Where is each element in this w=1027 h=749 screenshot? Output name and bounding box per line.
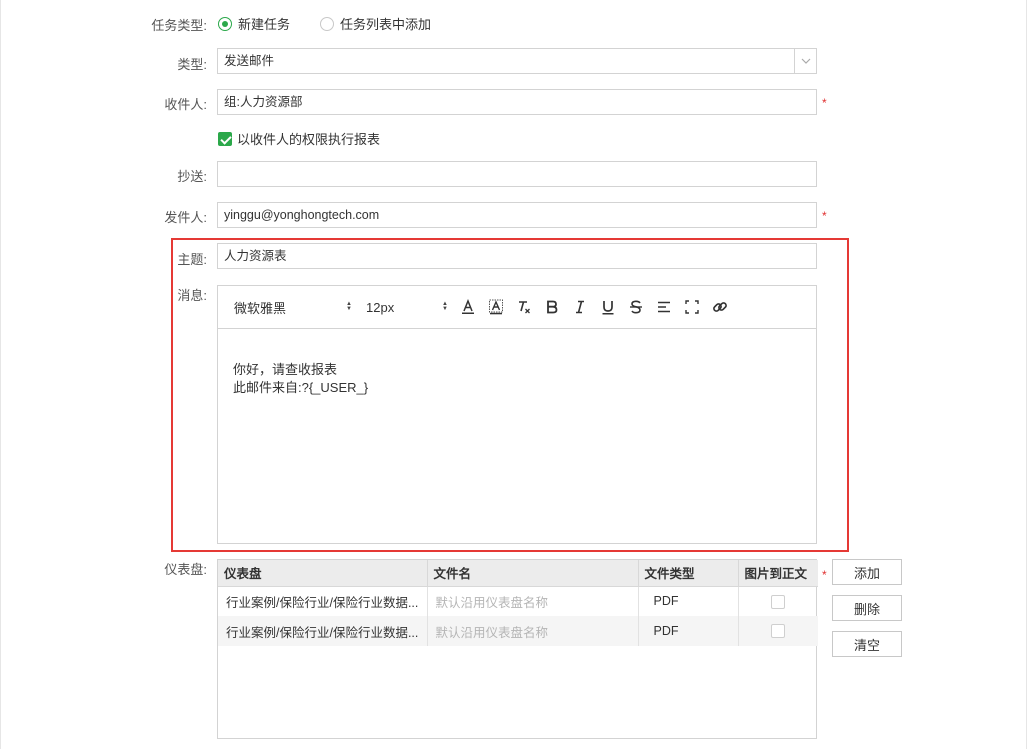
radio-new-task-label: 新建任务 — [238, 17, 291, 32]
message-line: 你好，请查收报表 — [233, 362, 338, 377]
cell-filename-input[interactable]: 默认沿用仪表盘名称 — [427, 586, 639, 616]
radio-new-task[interactable]: 新建任务 — [218, 14, 290, 33]
cell-dashboard: 行业案例/保险行业/保险行业数据... — [218, 616, 428, 646]
message-label: 消息: — [177, 288, 207, 303]
recipient-permission-checkbox-row[interactable]: 以收件人的权限执行报表 — [218, 129, 380, 148]
fullscreen-icon[interactable] — [678, 293, 706, 321]
sender-required-mark: * — [822, 209, 827, 223]
table-header-row: 仪表盘 文件名 文件类型 图片到正文 — [218, 560, 818, 587]
italic-icon[interactable] — [566, 293, 594, 321]
table-row[interactable]: 行业案例/保险行业/保险行业数据... 默认沿用仪表盘名称 PDF — [218, 586, 818, 616]
clear-button[interactable]: 清空 — [832, 631, 902, 657]
select-updown-icon: ▲ ▼ — [346, 301, 352, 312]
table-row[interactable]: 行业案例/保险行业/保险行业数据... 默认沿用仪表盘名称 PDF — [218, 616, 818, 646]
image-to-body-checkbox[interactable] — [771, 594, 786, 609]
chevron-down-icon[interactable] — [794, 49, 816, 73]
background-color-icon[interactable] — [482, 293, 510, 321]
cell-filetype[interactable]: PDF — [638, 616, 739, 646]
align-icon[interactable] — [650, 293, 678, 321]
select-updown-icon: ▲ ▼ — [442, 301, 448, 312]
strikethrough-icon[interactable] — [622, 293, 650, 321]
cell-dashboard: 行业案例/保险行业/保险行业数据... — [218, 586, 428, 616]
dashboard-table: 仪表盘 文件名 文件类型 图片到正文 行业案例/保险行业/保险行业数据... 默… — [217, 559, 818, 739]
radio-add-from-task-list-label: 任务列表中添加 — [340, 17, 432, 32]
add-button[interactable]: 添加 — [832, 559, 902, 585]
type-select-value: 发送邮件 — [224, 54, 275, 68]
sender-field[interactable]: yinggu@yonghongtech.com — [217, 202, 817, 228]
column-header-filetype[interactable]: 文件类型 — [638, 560, 739, 587]
cell-filetype[interactable]: PDF — [638, 586, 739, 616]
subject-field[interactable]: 人力资源表 — [217, 243, 817, 269]
page-left-border — [0, 0, 1, 749]
recipient-permission-label: 以收件人的权限执行报表 — [237, 132, 381, 147]
cell-image-to-body — [738, 616, 818, 646]
font-family-select[interactable]: 微软雅黑 ▲ ▼ — [234, 298, 352, 317]
cc-label: 抄送: — [177, 169, 207, 184]
image-to-body-checkbox[interactable] — [771, 624, 786, 639]
delete-button[interactable]: 删除 — [832, 595, 902, 621]
radio-selected-icon — [218, 16, 232, 31]
type-label: 类型: — [177, 57, 207, 72]
column-header-filename[interactable]: 文件名 — [427, 560, 639, 587]
radio-unselected-icon — [320, 16, 335, 31]
dashboard-label: 仪表盘: — [164, 562, 207, 577]
radio-add-from-task-list[interactable]: 任务列表中添加 — [320, 14, 431, 33]
link-icon[interactable] — [706, 293, 734, 321]
type-select[interactable]: 发送邮件 — [217, 48, 817, 74]
checkbox-checked-icon[interactable] — [218, 131, 232, 146]
editor-toolbar: 微软雅黑 ▲ ▼ 12px ▲ ▼ — [218, 286, 816, 329]
column-header-dashboard[interactable]: 仪表盘 — [218, 560, 428, 587]
subject-label: 主题: — [177, 252, 207, 267]
editor-body[interactable]: 你好，请查收报表 此邮件来自:?{_USER_} — [218, 329, 816, 429]
recipient-field[interactable]: 组:人力资源部 — [217, 89, 817, 115]
cc-field[interactable] — [217, 161, 817, 187]
cell-image-to-body — [738, 586, 818, 616]
dashboard-required-mark: * — [822, 568, 827, 582]
task-type-radio-group: 新建任务 任务列表中添加 — [218, 14, 461, 33]
message-editor: 微软雅黑 ▲ ▼ 12px ▲ ▼ 你好，请查收报表 此邮件来自:?{_USER… — [217, 285, 817, 544]
font-size-value: 12px — [366, 299, 395, 315]
recipient-label: 收件人: — [164, 97, 207, 112]
font-family-value: 微软雅黑 — [234, 300, 287, 316]
font-color-icon[interactable] — [454, 293, 482, 321]
sender-label: 发件人: — [164, 210, 207, 225]
font-size-select[interactable]: 12px ▲ ▼ — [366, 300, 448, 315]
task-type-label: 任务类型: — [151, 18, 207, 33]
clear-format-icon[interactable] — [510, 293, 538, 321]
recipient-required-mark: * — [822, 96, 827, 110]
bold-icon[interactable] — [538, 293, 566, 321]
cell-filename-input[interactable]: 默认沿用仪表盘名称 — [427, 616, 639, 646]
message-line: 此邮件来自:?{_USER_} — [233, 380, 369, 395]
column-header-image-to-body[interactable]: 图片到正文 — [738, 560, 818, 587]
underline-icon[interactable] — [594, 293, 622, 321]
